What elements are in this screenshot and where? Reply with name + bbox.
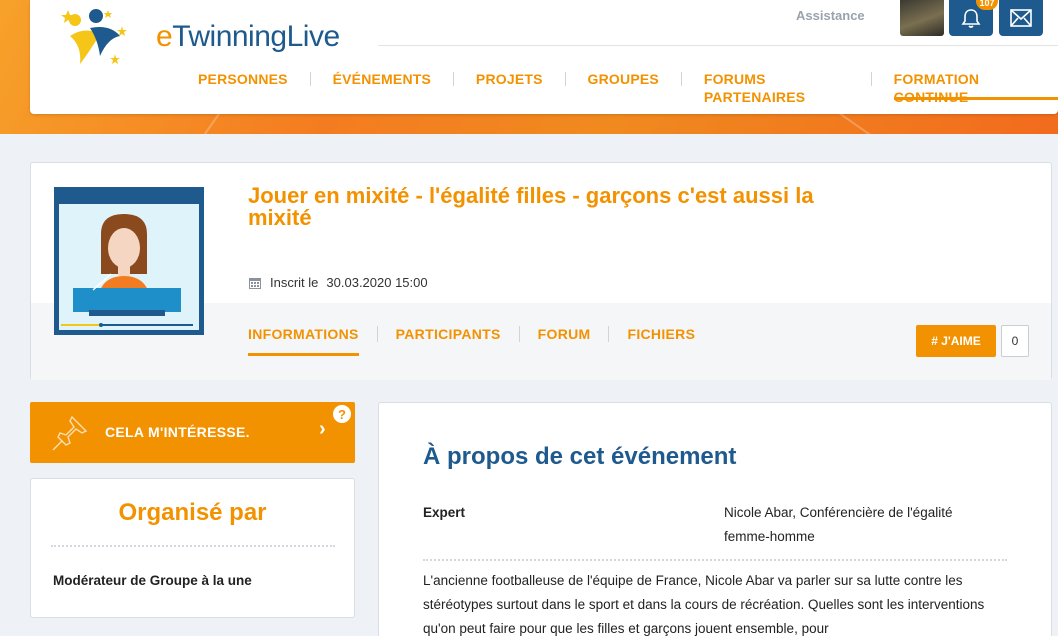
event-description: L'ancienne footballeuse de l'équipe de F… bbox=[423, 573, 985, 636]
etwinning-logo[interactable]: eTwinningLive bbox=[60, 6, 340, 68]
nav-projets[interactable]: PROJETS bbox=[454, 70, 565, 88]
main-nav: PERSONNES ÉVÉNEMENTS PROJETS GROUPES FOR… bbox=[176, 70, 1058, 105]
like-count: 0 bbox=[1001, 325, 1029, 357]
svg-text:▭ ×: ▭ × bbox=[167, 204, 186, 205]
interest-label: CELA M'INTÉRESSE. bbox=[105, 424, 250, 440]
assistance-link[interactable]: Assistance bbox=[796, 8, 865, 23]
tab-fichiers[interactable]: FICHIERS bbox=[609, 326, 713, 342]
registered-date: 30.03.2020 15:00 bbox=[326, 275, 428, 290]
logo-wordmark: eTwinningLive bbox=[156, 20, 340, 53]
expert-value: Nicole Abar, Conférencière de l'égalité … bbox=[724, 505, 953, 544]
organiser-title: Organisé par bbox=[118, 499, 267, 526]
organiser-card: Organisé par Modérateur de Groupe à la u… bbox=[30, 478, 355, 618]
nav-personnes[interactable]: PERSONNES bbox=[176, 70, 310, 88]
nav-forums-partenaires[interactable]: FORUMS PARTENAIRES bbox=[682, 70, 871, 105]
expert-label: Expert bbox=[423, 505, 466, 520]
nav-groupes[interactable]: GROUPES bbox=[566, 70, 681, 88]
chevron-right-icon: › bbox=[319, 418, 326, 440]
dotted-divider bbox=[51, 545, 335, 547]
bell-icon bbox=[961, 9, 981, 28]
interest-button[interactable]: CELA M'INTÉRESSE. › ? bbox=[30, 402, 355, 463]
etwinning-logo-icon bbox=[61, 9, 127, 65]
event-tabs: INFORMATIONS PARTICIPANTS FORUM FICHIERS bbox=[248, 326, 713, 356]
registered-label: Inscrit le bbox=[270, 275, 319, 290]
window-titlebar bbox=[59, 192, 199, 204]
event-card: ▭ × Jouer en mixité - l'égalité filles -… bbox=[30, 162, 1052, 380]
messages-button[interactable] bbox=[999, 0, 1043, 36]
nav-formation-continue[interactable]: FORMATION CONTINUE bbox=[872, 70, 1058, 105]
header-divider bbox=[378, 45, 1058, 46]
organiser-name[interactable]: Modérateur de Groupe à la une bbox=[53, 573, 252, 588]
speaker-illustration-icon: ▭ × bbox=[61, 204, 193, 327]
mail-icon bbox=[1010, 9, 1032, 27]
registration-info: Inscrit le 30.03.2020 15:00 bbox=[248, 275, 428, 290]
about-title: À propos de cet événement bbox=[423, 443, 737, 470]
header-card: eTwinningLive Assistance 107 PERSONNES É… bbox=[30, 0, 1058, 114]
help-icon[interactable]: ? bbox=[333, 405, 351, 423]
nav-evenements[interactable]: ÉVÉNEMENTS bbox=[311, 70, 453, 88]
pin-icon bbox=[52, 415, 88, 451]
event-title: Jouer en mixité - l'égalité filles - gar… bbox=[248, 183, 814, 230]
notification-count-badge: 107 bbox=[976, 0, 998, 10]
webinar-illustration: ▭ × bbox=[59, 192, 199, 330]
tab-forum[interactable]: FORUM bbox=[520, 326, 609, 342]
dotted-divider bbox=[423, 559, 1007, 561]
user-avatar[interactable] bbox=[900, 0, 944, 36]
about-card: À propos de cet événement Expert Nicole … bbox=[378, 402, 1052, 636]
calendar-icon bbox=[249, 277, 261, 289]
tab-participants[interactable]: PARTICIPANTS bbox=[378, 326, 519, 342]
event-thumbnail: ▭ × bbox=[54, 187, 204, 335]
tab-informations[interactable]: INFORMATIONS bbox=[248, 326, 377, 356]
like-button[interactable]: # J'AIME bbox=[916, 325, 996, 357]
